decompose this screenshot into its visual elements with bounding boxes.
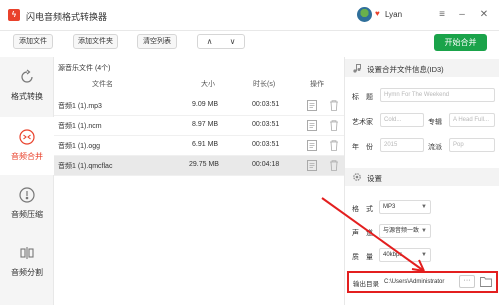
chevron-down-icon: ▼ <box>421 228 427 234</box>
vip-heart-icon: ♥ <box>375 9 380 18</box>
table-row[interactable]: 音频1 (1).mp3 9.09 MB 00:03:51 <box>54 96 344 116</box>
sidebar-item-label: 格式转换 <box>11 92 43 101</box>
move-down-button[interactable]: ∨ <box>221 35 244 48</box>
file-size: 9.09 MB <box>192 101 219 108</box>
output-directory-row: 输出目录 C:\Users\Administrator ··· <box>347 271 498 293</box>
clear-list-button[interactable]: 清空列表 <box>137 34 177 49</box>
channel-select[interactable]: 与源音频一致 ▼ <box>379 224 431 238</box>
sidebar-item-audio-compress[interactable]: 音频压缩 <box>0 175 54 233</box>
title-label: 标 题 <box>352 94 373 101</box>
lightning-logo-icon: ϟ <box>8 9 20 21</box>
add-folder-button[interactable]: 添加文件夹 <box>73 34 118 49</box>
start-merge-button[interactable]: 开始合并 <box>434 34 487 51</box>
output-path-input[interactable]: C:\Users\Administrator <box>384 276 456 288</box>
delete-icon[interactable] <box>329 160 339 171</box>
sidebar-item-audio-merge[interactable]: 音频合并 <box>0 117 54 175</box>
copy-icon[interactable] <box>307 100 317 111</box>
album-label: 专辑 <box>428 119 442 126</box>
music-note-icon <box>353 64 361 73</box>
sidebar: 格式转换 音频合并 音频压缩 音频分割 <box>0 57 54 305</box>
compress-icon <box>19 187 35 203</box>
sidebar-item-audio-split[interactable]: 音频分割 <box>0 233 54 291</box>
app-title: 闪电音频格式转换器 <box>26 12 108 22</box>
file-duration: 00:03:51 <box>252 121 280 128</box>
table-row[interactable]: 音频1 (1).ncm 8.97 MB 00:03:51 <box>54 116 344 136</box>
file-count-header: 源音乐文件 (4个) <box>58 65 111 72</box>
move-up-button[interactable]: ∧ <box>198 35 221 48</box>
general-section-header: 设置 <box>345 168 499 186</box>
genre-input[interactable]: Pop <box>449 138 495 152</box>
file-name: 音频1 (1).qmcflac <box>58 163 113 170</box>
album-input[interactable]: A Head Full... <box>449 113 495 127</box>
file-duration: 00:03:51 <box>252 101 280 108</box>
toolbar: 添加文件 添加文件夹 清空列表 ∧ ∨ 开始合并 <box>0 31 499 53</box>
user-name[interactable]: Lyan <box>385 10 402 19</box>
channel-select-value: 与源音频一致 <box>383 228 420 234</box>
channel-label: 声 道 <box>352 230 373 237</box>
quality-select[interactable]: 40kbps ▼ <box>379 248 431 262</box>
column-header-name: 文件名 <box>92 81 113 88</box>
quality-label: 质 量 <box>352 254 373 261</box>
title-input[interactable]: Hymn For The Weekend <box>380 88 495 102</box>
delete-icon[interactable] <box>329 120 339 131</box>
file-duration: 00:04:18 <box>252 161 280 168</box>
output-directory-label: 输出目录 <box>353 281 379 288</box>
sidebar-item-label: 音频分割 <box>11 268 43 277</box>
file-size: 29.75 MB <box>189 161 219 168</box>
refresh-icon <box>21 69 33 83</box>
sidebar-item-label: 音频合并 <box>11 152 43 161</box>
merge-icon <box>19 129 35 145</box>
sidebar-item-format-convert[interactable]: 格式转换 <box>0 57 54 115</box>
file-name: 音频1 (1).ncm <box>58 123 102 130</box>
format-select-value: MP3 <box>383 204 396 210</box>
delete-icon[interactable] <box>329 140 339 151</box>
chevron-down-icon: ▼ <box>421 252 427 258</box>
close-icon[interactable]: ✕ <box>477 8 491 22</box>
format-label: 格 式 <box>352 206 373 213</box>
copy-icon[interactable] <box>307 120 317 131</box>
move-buttons: ∧ ∨ <box>197 34 245 49</box>
year-label: 年 份 <box>352 144 373 151</box>
add-file-button[interactable]: 添加文件 <box>13 34 53 49</box>
id3-section-header: 设置合并文件信息(ID3) <box>345 59 499 77</box>
folder-icon[interactable] <box>480 276 492 287</box>
gear-icon <box>353 173 361 181</box>
settings-panel: 设置合并文件信息(ID3) 标 题 Hymn For The Weekend 艺… <box>344 57 499 305</box>
general-section-title: 设置 <box>367 174 382 183</box>
table-row[interactable]: 音频1 (1).ogg 6.91 MB 00:03:51 <box>54 136 344 156</box>
avatar[interactable] <box>357 7 372 22</box>
table-row[interactable]: 音频1 (1).qmcflac 29.75 MB 00:04:18 <box>54 156 344 176</box>
id3-section-title: 设置合并文件信息(ID3) <box>367 65 444 74</box>
minimize-icon[interactable]: – <box>455 8 469 22</box>
genre-label: 流派 <box>428 144 442 151</box>
chevron-down-icon: ▼ <box>421 204 427 210</box>
file-size: 6.91 MB <box>192 141 219 148</box>
file-list-panel: 源音乐文件 (4个) 文件名 大小 时长(s) 操作 音频1 (1).mp3 9… <box>54 57 344 305</box>
title-bar: ϟ 闪电音频格式转换器 ♥ Lyan ≡ – ✕ <box>0 0 499 31</box>
artist-input[interactable]: Cold... <box>380 113 424 127</box>
copy-icon[interactable] <box>307 140 317 151</box>
file-name: 音频1 (1).mp3 <box>58 103 102 110</box>
artist-label: 艺术家 <box>352 119 373 126</box>
quality-select-value: 40kbps <box>383 252 403 258</box>
sidebar-item-label: 音频压缩 <box>11 210 43 219</box>
year-input[interactable]: 2015 <box>380 138 424 152</box>
delete-icon[interactable] <box>329 100 339 111</box>
column-header-size: 大小 <box>201 81 215 88</box>
column-header-action: 操作 <box>310 81 324 88</box>
menu-icon[interactable]: ≡ <box>435 8 449 22</box>
file-size: 8.97 MB <box>192 121 219 128</box>
browse-button[interactable]: ··· <box>459 275 475 288</box>
column-header-duration: 时长(s) <box>253 81 276 88</box>
file-name: 音频1 (1).ogg <box>58 143 101 150</box>
split-icon <box>20 247 34 259</box>
file-duration: 00:03:51 <box>252 141 280 148</box>
copy-icon[interactable] <box>307 160 317 171</box>
format-select[interactable]: MP3 ▼ <box>379 200 431 214</box>
